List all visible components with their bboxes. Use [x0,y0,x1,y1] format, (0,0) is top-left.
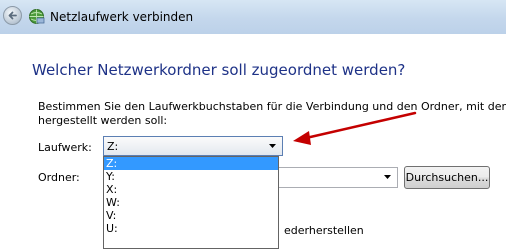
annotation-arrow-icon [293,111,417,145]
